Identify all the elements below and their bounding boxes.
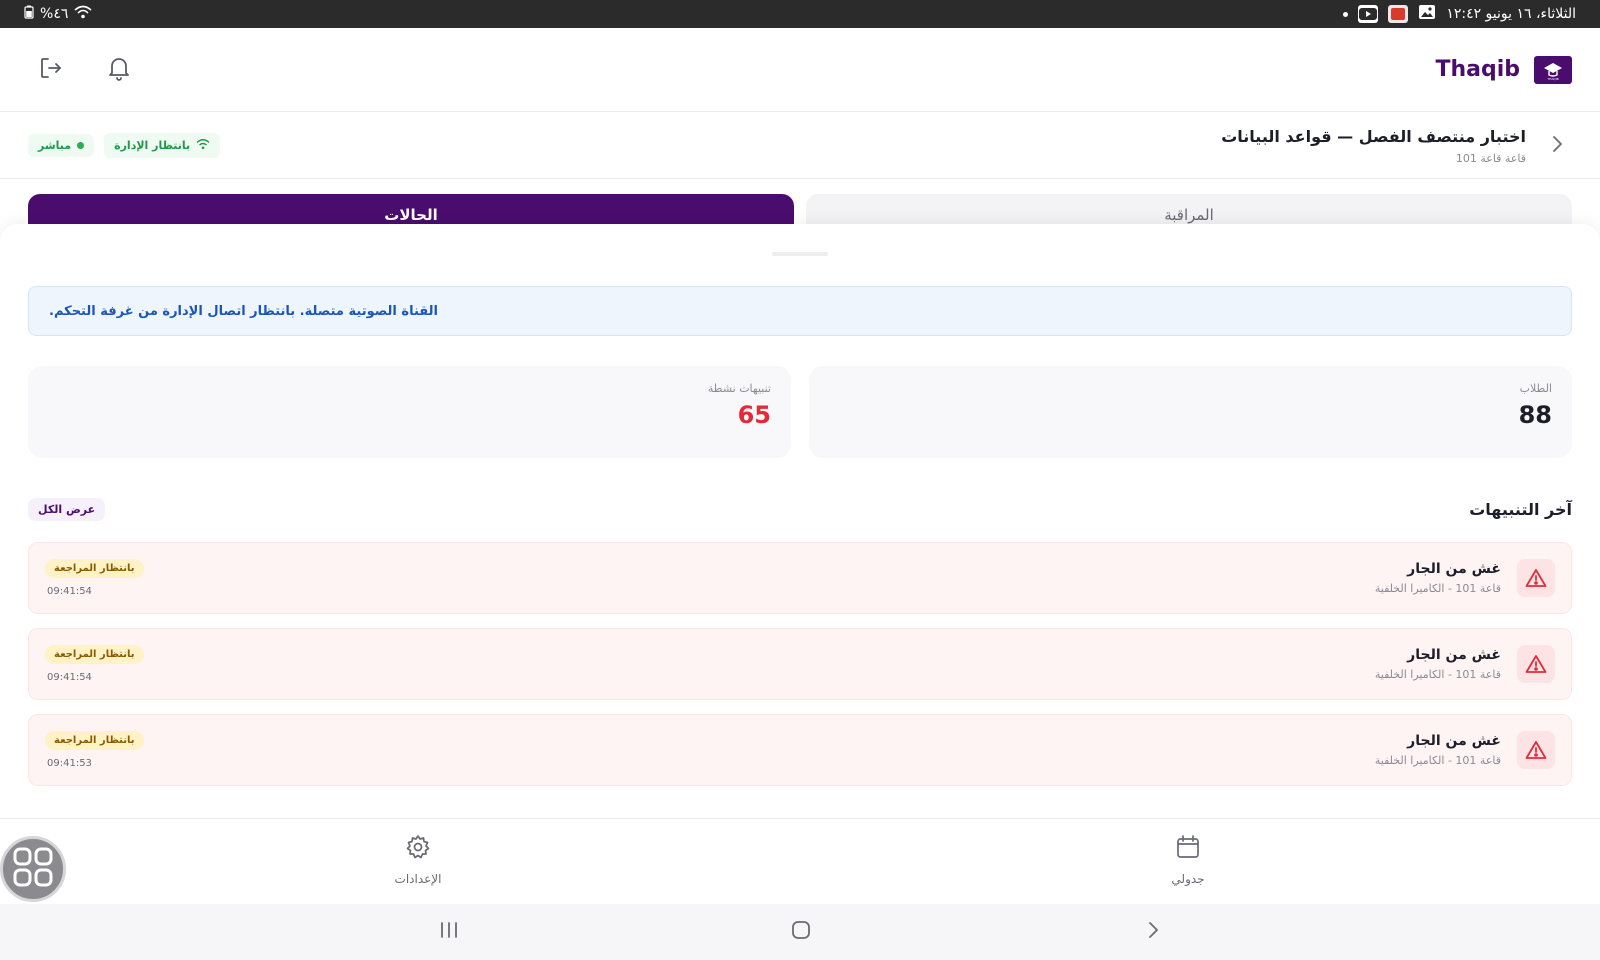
exam-room: قاعة قاعة 101: [1455, 151, 1526, 165]
recent-apps-icon: [438, 920, 460, 944]
system-back-button[interactable]: [1138, 918, 1168, 946]
logout-icon: [38, 55, 64, 85]
alert-text: غش من الجار قاعة 101 - الكاميرا الخلفية: [1375, 561, 1501, 595]
gear-icon: [404, 833, 432, 864]
active-alerts-card: تنبيهات نشطة 65: [28, 366, 791, 458]
alert-text: غش من الجار قاعة 101 - الكاميرا الخلفية: [1375, 733, 1501, 767]
recent-alerts-header: عرض الكل آخر التنبيهات: [28, 494, 1572, 524]
notification-dot-icon: [1343, 11, 1349, 17]
status-bar-right: الثلاثاء، ١٦ يونيو ١٢:٤٢: [1343, 4, 1576, 24]
alert-meta: بانتظار المراجعة 09:41:54: [45, 559, 144, 597]
app-root: %٤٦ الثلاثاء، ١٦ يونيو ١٢:٤٢ Thaqib THAQ…: [0, 0, 1600, 960]
cases-panel: القناة الصوتية متصلة. بانتظار اتصال الإد…: [0, 224, 1600, 818]
exam-text: اختبار منتصف الفصل — قواعد البيانات قاعة…: [1221, 127, 1526, 165]
home-icon: [790, 919, 812, 945]
alert-title: غش من الجار: [1407, 647, 1501, 663]
alert-item[interactable]: بانتظار المراجعة 09:41:53 غش من الجار قا…: [28, 714, 1572, 786]
home-button[interactable]: [786, 918, 816, 946]
alert-text: غش من الجار قاعة 101 - الكاميرا الخلفية: [1375, 647, 1501, 681]
app-notification-icon: [1388, 5, 1409, 23]
alert-location: قاعة 101 - الكاميرا الخلفية: [1374, 582, 1501, 595]
recent-apps-button[interactable]: [434, 918, 464, 946]
alert-main: غش من الجار قاعة 101 - الكاميرا الخلفية: [1375, 645, 1555, 683]
grid-icon: [12, 846, 54, 892]
back-button[interactable]: [1542, 131, 1572, 161]
live-badge-label: مباشر: [38, 139, 72, 152]
youtube-icon: [1358, 5, 1379, 23]
view-all-button[interactable]: عرض الكل: [28, 497, 106, 521]
students-value: 88: [1518, 401, 1552, 429]
live-dot-icon: [77, 142, 85, 149]
calendar-icon: [1174, 833, 1202, 864]
brand-logo: THAQIB: [1534, 55, 1572, 84]
status-badges: مباشر بانتظار الإدارة: [28, 133, 221, 158]
status-bar: %٤٦ الثلاثاء، ١٦ يونيو ١٢:٤٢: [0, 0, 1600, 28]
warning-icon: [1517, 731, 1555, 769]
nav-settings-label: الإعدادات: [394, 872, 442, 886]
status-datetime: الثلاثاء، ١٦ يونيو ١٢:٤٢: [1446, 6, 1576, 22]
brand: Thaqib THAQIB: [1435, 55, 1572, 84]
gallery-icon: [1418, 4, 1436, 24]
alert-time: 09:41:53: [47, 758, 92, 769]
tab-cases[interactable]: الحالات: [28, 194, 794, 224]
system-nav-bar: [0, 904, 1600, 960]
wifi-signal-icon: [196, 138, 210, 153]
tab-monitoring[interactable]: المراقبة: [806, 194, 1572, 224]
floating-apps-button[interactable]: [0, 836, 66, 902]
alert-item[interactable]: بانتظار المراجعة 09:41:54 غش من الجار قا…: [28, 542, 1572, 614]
app-header: Thaqib THAQIB: [0, 28, 1600, 112]
nav-settings[interactable]: الإعدادات: [378, 833, 458, 886]
recent-alerts-title: آخر التنبيهات: [1469, 499, 1572, 519]
live-badge: مباشر: [28, 134, 95, 157]
brand-name: Thaqib: [1435, 57, 1520, 82]
exam-bar: مباشر بانتظار الإدارة اختبار منتصف الفصل…: [0, 113, 1600, 179]
alert-main: غش من الجار قاعة 101 - الكاميرا الخلفية: [1375, 559, 1555, 597]
alert-location: قاعة 101 - الكاميرا الخلفية: [1374, 754, 1501, 767]
notifications-button[interactable]: [104, 55, 134, 85]
alert-main: غش من الجار قاعة 101 - الكاميرا الخلفية: [1375, 731, 1555, 769]
logout-button[interactable]: [36, 55, 66, 85]
students-label: الطلاب: [1519, 382, 1552, 395]
alert-title: غش من الجار: [1407, 733, 1501, 749]
chevron-right-icon: [1548, 134, 1566, 158]
warning-icon: [1517, 559, 1555, 597]
nav-schedule-label: جدولي: [1171, 872, 1205, 886]
bottom-nav: الإعدادات جدولي: [0, 818, 1600, 904]
nav-schedule[interactable]: جدولي: [1148, 833, 1228, 886]
info-banner: القناة الصوتية متصلة. بانتظار اتصال الإد…: [28, 286, 1572, 336]
warning-icon: [1517, 645, 1555, 683]
admin-status-badge: بانتظار الإدارة: [104, 133, 221, 158]
status-bar-left: %٤٦: [24, 5, 92, 23]
wifi-icon: [74, 5, 92, 23]
pending-review-badge: بانتظار المراجعة: [45, 559, 144, 578]
alert-time: 09:41:54: [47, 672, 92, 683]
alert-item[interactable]: بانتظار المراجعة 09:41:54 غش من الجار قا…: [28, 628, 1572, 700]
exam-title: اختبار منتصف الفصل — قواعد البيانات: [1221, 126, 1526, 146]
tab-bar: الحالات المراقبة: [28, 194, 1572, 224]
alert-location: قاعة 101 - الكاميرا الخلفية: [1374, 668, 1501, 681]
alert-title: غش من الجار: [1407, 561, 1501, 577]
header-actions: [36, 55, 134, 85]
sheet-handle[interactable]: [772, 252, 828, 256]
pending-review-badge: بانتظار المراجعة: [45, 731, 144, 750]
exam-info: اختبار منتصف الفصل — قواعد البيانات قاعة…: [1221, 127, 1572, 165]
students-card: الطلاب 88: [809, 366, 1572, 458]
alert-meta: بانتظار المراجعة 09:41:53: [45, 731, 144, 769]
brand-logo-caption: THAQIB: [1546, 77, 1558, 81]
pending-review-badge: بانتظار المراجعة: [45, 645, 144, 664]
admin-status-label: بانتظار الإدارة: [114, 139, 191, 152]
chevron-right-icon: [1144, 920, 1162, 944]
active-alerts-value: 65: [737, 401, 771, 429]
alert-time: 09:41:54: [47, 586, 92, 597]
active-alerts-label: تنبيهات نشطة: [707, 382, 771, 395]
battery-icon: [24, 5, 34, 23]
battery-percent: %٤٦: [40, 6, 69, 22]
alert-meta: بانتظار المراجعة 09:41:54: [45, 645, 144, 683]
bell-icon: [106, 55, 132, 85]
